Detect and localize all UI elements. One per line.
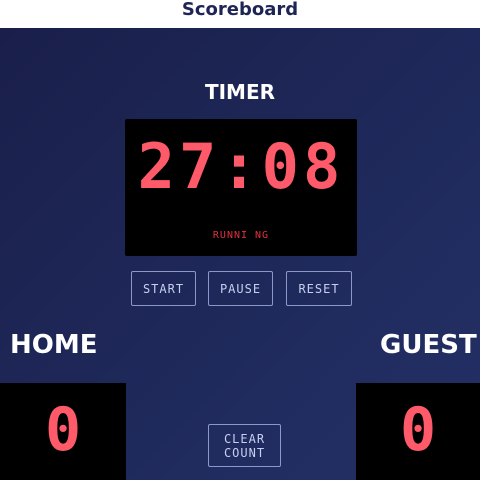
home-label: HOME [10, 330, 98, 360]
timer-display: 27:08 RUNNI NG [125, 119, 357, 256]
home-score-value: 0 [44, 395, 82, 465]
title-bar: Scoreboard [0, 0, 480, 28]
app-title: Scoreboard [181, 0, 299, 20]
home-score-display[interactable]: 0 [0, 383, 126, 480]
reset-button[interactable]: RESET [286, 271, 352, 306]
guest-score-display[interactable]: 0 [356, 383, 480, 480]
start-button[interactable]: START [131, 271, 196, 306]
scoreboard-panel: TIMER 27:08 RUNNI NG START PAUSE RESET H… [0, 28, 480, 480]
timer-digits: 27:08 [137, 130, 345, 203]
pause-button[interactable]: PAUSE [208, 271, 273, 306]
timer-heading: TIMER [204, 80, 276, 104]
clear-count-button[interactable]: CLEAR COUNT [208, 424, 281, 467]
guest-score-value: 0 [399, 395, 437, 465]
timer-status: RUNNI NG [212, 230, 270, 241]
guest-label: GUEST [380, 330, 477, 360]
